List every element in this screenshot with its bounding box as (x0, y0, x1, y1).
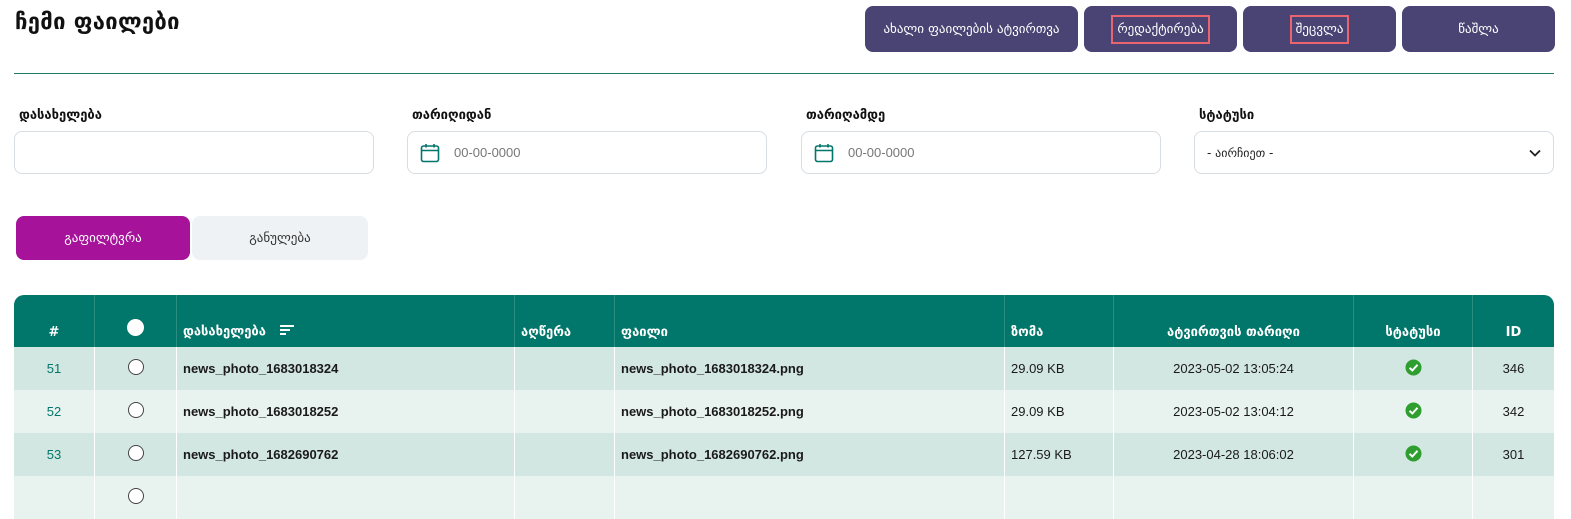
file-cell[interactable]: news_photo_1682690762.png (615, 433, 1005, 476)
upload-date-cell: 2023-05-02 13:05:24 (1114, 347, 1354, 390)
check-circle-icon (1405, 359, 1422, 379)
date-to-label: თარიღამდე (806, 108, 886, 123)
file-name-cell: news_photo_1683018252 (177, 390, 515, 433)
description-cell (515, 347, 615, 390)
toolbar: ახალი ფაილების ატვირთვა რედაქტირება შეცვ… (865, 6, 1555, 52)
size-cell: 127.59 KB (1005, 433, 1114, 476)
sort-icon[interactable] (280, 324, 295, 340)
col-size-header: ზომა (1005, 295, 1114, 347)
status-filter-label: სტატუსი (1199, 108, 1255, 123)
row-select-cell (95, 390, 177, 433)
row-select-cell (95, 433, 177, 476)
filter-button[interactable]: გაფილტვრა (16, 216, 190, 260)
change-button-label: შეცვლა (1289, 14, 1350, 44)
col-upload-date-header: ატვირთვის თარიღი (1114, 295, 1354, 347)
row-number: 52 (14, 390, 95, 433)
file-cell (615, 476, 1005, 519)
file-cell[interactable]: news_photo_1683018252.png (615, 390, 1005, 433)
row-number (14, 476, 95, 519)
date-to-input[interactable]: 00-00-0000 (801, 131, 1161, 174)
calendar-icon[interactable] (420, 143, 440, 163)
upload-date-cell (1114, 476, 1354, 519)
col-select-header (95, 295, 177, 347)
description-cell (515, 476, 615, 519)
status-filter: სტატუსი - აირჩიეთ - (1194, 108, 1554, 174)
status-select-value: - აირჩიეთ - (1207, 145, 1274, 160)
col-status-header: სტატუსი (1354, 295, 1473, 347)
date-from-placeholder: 00-00-0000 (454, 145, 521, 160)
header-divider (14, 73, 1554, 74)
id-cell: 346 (1473, 347, 1554, 390)
col-name-header[interactable]: დასახელება (177, 295, 515, 347)
name-input[interactable] (14, 131, 374, 174)
edit-button-label: რედაქტირება (1111, 14, 1210, 44)
status-cell (1354, 433, 1473, 476)
id-cell (1473, 476, 1554, 519)
status-cell (1354, 390, 1473, 433)
file-cell[interactable]: news_photo_1683018324.png (615, 347, 1005, 390)
status-cell (1354, 476, 1473, 519)
size-cell: 29.09 KB (1005, 390, 1114, 433)
upload-files-button[interactable]: ახალი ფაილების ატვირთვა (865, 6, 1078, 52)
row-select-cell (95, 347, 177, 390)
row-select-radio[interactable] (127, 402, 144, 418)
col-num-header: # (14, 295, 95, 347)
col-description-header: აღწერა (515, 295, 615, 347)
date-to-placeholder: 00-00-0000 (848, 145, 915, 160)
upload-date-cell: 2023-05-02 13:04:12 (1114, 390, 1354, 433)
delete-button[interactable]: წაშლა (1402, 6, 1555, 52)
table-header-row: # დასახელება აღწერა ფაილი ზომა ატვირთვის… (14, 295, 1554, 347)
row-select-radio[interactable] (127, 488, 144, 504)
row-select-cell (95, 476, 177, 519)
col-name-label: დასახელება (183, 324, 266, 340)
table-row-partial[interactable] (14, 476, 1554, 519)
date-from-label: თარიღიდან (412, 108, 492, 123)
col-id-header: ID (1473, 295, 1554, 347)
row-select-radio[interactable] (127, 359, 144, 375)
files-table: # დასახელება აღწერა ფაილი ზომა ატვირთვის… (14, 295, 1554, 519)
calendar-icon[interactable] (814, 143, 834, 163)
col-file-header: ფაილი (615, 295, 1005, 347)
status-select[interactable]: - აირჩიეთ - (1194, 131, 1554, 174)
size-cell: 29.09 KB (1005, 347, 1114, 390)
table-row[interactable]: 51 news_photo_1683018324 news_photo_1683… (14, 347, 1554, 390)
description-cell (515, 390, 615, 433)
date-to-filter: თარიღამდე 00-00-0000 (801, 108, 1161, 174)
table-row[interactable]: 52 news_photo_1683018252 news_photo_1683… (14, 390, 1554, 433)
edit-button[interactable]: რედაქტირება (1084, 6, 1237, 52)
reset-button[interactable]: განულება (192, 216, 368, 260)
change-button[interactable]: შეცვლა (1243, 6, 1396, 52)
row-select-radio[interactable] (127, 445, 144, 461)
date-from-input[interactable]: 00-00-0000 (407, 131, 767, 174)
row-number: 53 (14, 433, 95, 476)
size-cell (1005, 476, 1114, 519)
id-cell: 301 (1473, 433, 1554, 476)
table-row[interactable]: 53 news_photo_1682690762 news_photo_1682… (14, 433, 1554, 476)
check-circle-icon (1405, 445, 1422, 465)
chevron-down-icon (1529, 146, 1541, 160)
select-all-radio[interactable] (127, 319, 144, 336)
id-cell: 342 (1473, 390, 1554, 433)
file-name-cell (177, 476, 515, 519)
file-name-cell: news_photo_1682690762 (177, 433, 515, 476)
status-cell (1354, 347, 1473, 390)
name-filter: დასახელება (14, 108, 374, 174)
page-title: ჩემი ფაილები (15, 10, 180, 35)
file-name-cell: news_photo_1683018324 (177, 347, 515, 390)
name-filter-label: დასახელება (19, 108, 102, 123)
upload-date-cell: 2023-04-28 18:06:02 (1114, 433, 1354, 476)
description-cell (515, 433, 615, 476)
date-from-filter: თარიღიდან 00-00-0000 (407, 108, 767, 174)
check-circle-icon (1405, 402, 1422, 422)
row-number: 51 (14, 347, 95, 390)
